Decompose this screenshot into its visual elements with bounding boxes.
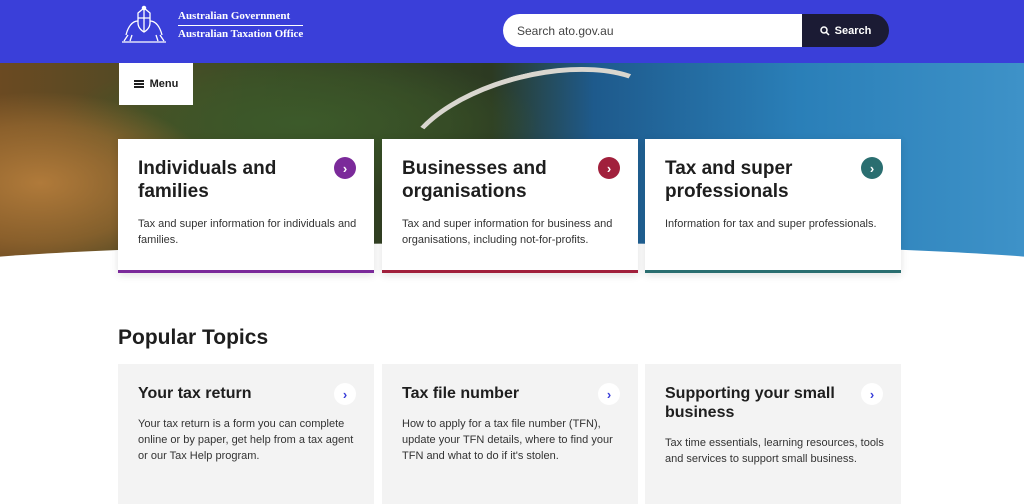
- topic-description: Tax time essentials, learning resources,…: [665, 437, 884, 465]
- menu-label: Menu: [149, 78, 179, 90]
- topic-card-small-business[interactable]: Supporting your small business › Tax tim…: [645, 364, 901, 504]
- chevron-right-icon: ›: [598, 157, 620, 179]
- brand-line-ato: Australian Taxation Office: [178, 27, 304, 40]
- topic-title: Supporting your small business: [665, 385, 835, 421]
- category-accent-bar: [645, 270, 901, 273]
- chevron-right-icon: ›: [334, 383, 356, 405]
- category-title: Individuals and families: [138, 158, 277, 202]
- site-header: Australian Government Australian Taxatio…: [0, 0, 1024, 63]
- coat-of-arms-icon: [122, 5, 166, 43]
- category-accent-bar: [382, 270, 638, 273]
- topic-title: Tax file number: [402, 385, 520, 402]
- category-accent-bar: [118, 270, 374, 273]
- topic-card-tax-return[interactable]: Your tax return › Your tax return is a f…: [118, 364, 374, 504]
- category-card-individuals[interactable]: Individuals and families › Tax and super…: [118, 139, 374, 273]
- menu-button[interactable]: Menu: [119, 63, 193, 105]
- hamburger-icon: [133, 80, 144, 88]
- chevron-right-icon: ›: [598, 383, 620, 405]
- category-description: Information for tax and super profession…: [665, 218, 877, 230]
- category-description: Tax and super information for business a…: [402, 218, 613, 246]
- popular-topics-heading: Popular Topics: [118, 326, 269, 349]
- search-bar: Search: [503, 14, 889, 47]
- search-input[interactable]: [503, 14, 802, 47]
- ato-wordmark: Australian Government Australian Taxatio…: [178, 9, 304, 42]
- topic-description: Your tax return is a form you can comple…: [138, 418, 354, 462]
- ato-logo[interactable]: Australian Government Australian Taxatio…: [118, 5, 304, 45]
- topic-card-tax-file-number[interactable]: Tax file number › How to apply for a tax…: [382, 364, 638, 504]
- category-description: Tax and super information for individual…: [138, 218, 357, 246]
- search-icon: [819, 25, 830, 36]
- search-button[interactable]: Search: [802, 14, 889, 47]
- topic-title: Your tax return: [138, 385, 252, 402]
- search-button-label: Search: [834, 24, 872, 37]
- category-card-professionals[interactable]: Tax and super professionals › Informatio…: [645, 139, 901, 273]
- category-title: Tax and super professionals: [665, 158, 793, 202]
- chevron-right-icon: ›: [861, 383, 883, 405]
- brand-line-government: Australian Government: [178, 9, 304, 26]
- category-card-businesses[interactable]: Businesses and organisations › Tax and s…: [382, 139, 638, 273]
- category-title: Businesses and organisations: [402, 158, 547, 202]
- chevron-right-icon: ›: [334, 157, 356, 179]
- topic-description: How to apply for a tax file number (TFN)…: [402, 418, 613, 462]
- chevron-right-icon: ›: [861, 157, 883, 179]
